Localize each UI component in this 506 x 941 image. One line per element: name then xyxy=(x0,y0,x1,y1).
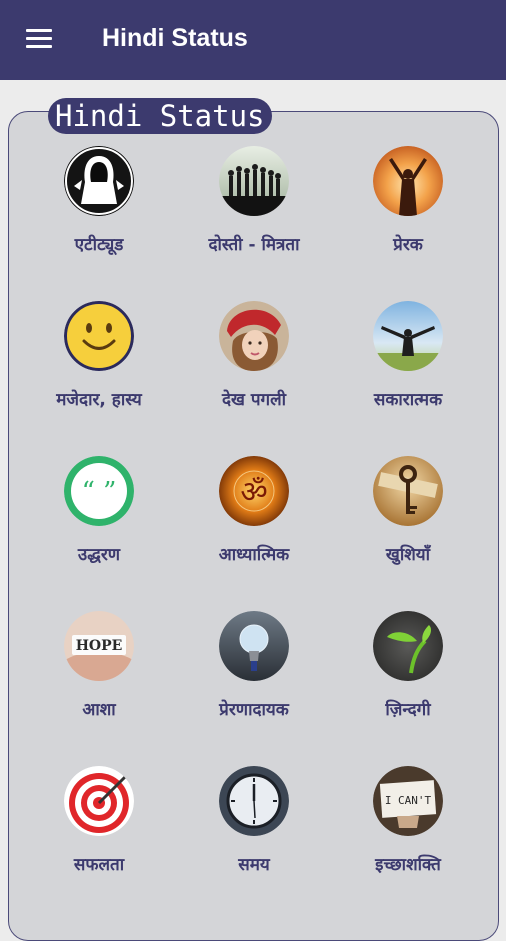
quote-marks-icon: “ ” xyxy=(64,456,134,526)
category-label: प्रेरणादायक xyxy=(219,700,289,720)
app-bar: Hindi Status xyxy=(0,0,506,80)
svg-text:HOPE: HOPE xyxy=(76,638,123,654)
hamburger-menu-icon[interactable] xyxy=(20,22,60,58)
category-time[interactable]: समय xyxy=(174,766,334,906)
category-happiness[interactable]: खुशियाँ xyxy=(328,456,488,596)
category-positive[interactable]: सकारात्मक xyxy=(328,301,488,441)
category-label: ज़िन्दगी xyxy=(385,700,431,720)
smiley-face-icon xyxy=(64,301,134,371)
friends-silhouette-icon xyxy=(219,146,289,216)
category-attitude[interactable]: एटीट्यूड xyxy=(19,146,179,286)
category-label: सफलता xyxy=(73,855,125,875)
category-spiritual[interactable]: ॐ आध्यात्मिक xyxy=(174,456,334,596)
category-hope[interactable]: HOPE आशा xyxy=(19,611,179,751)
raised-arms-sunset-icon xyxy=(373,146,443,216)
category-label: खुशियाँ xyxy=(385,545,431,565)
category-willpower[interactable]: I CAN'T इच्छाशक्ति xyxy=(328,766,488,906)
category-label: उद्धरण xyxy=(77,545,121,565)
menu-line xyxy=(26,37,52,40)
category-label: देख पगली xyxy=(221,390,286,410)
svg-text:“ ”: “ ” xyxy=(82,477,117,507)
category-label: प्रेरक xyxy=(393,235,423,255)
category-label: सकारात्मक xyxy=(373,390,443,410)
category-friendship[interactable]: दोस्ती - मित्रता xyxy=(174,146,334,286)
open-arms-sky-icon xyxy=(373,301,443,371)
category-label: मजेदार, हास्य xyxy=(56,390,142,410)
category-success[interactable]: सफलता xyxy=(19,766,179,906)
sprout-icon xyxy=(373,611,443,681)
hooded-figure-icon xyxy=(64,146,134,216)
app-title: Hindi Status xyxy=(102,24,248,52)
hope-hands-icon: HOPE xyxy=(64,611,134,681)
category-quotes[interactable]: “ ” उद्धरण xyxy=(19,456,179,596)
girl-red-hat-icon xyxy=(219,301,289,371)
happiness-key-icon xyxy=(373,456,443,526)
clock-icon xyxy=(219,766,289,836)
i-cant-paper-icon: I CAN'T xyxy=(373,766,443,836)
lightbulb-icon xyxy=(219,611,289,681)
category-dekh-pagli[interactable]: देख पगली xyxy=(174,301,334,441)
svg-text:ॐ: ॐ xyxy=(240,475,267,510)
category-label: दोस्ती - मित्रता xyxy=(208,235,300,255)
menu-line xyxy=(26,45,52,48)
target-arrow-icon xyxy=(64,766,134,836)
category-label: समय xyxy=(238,855,270,875)
category-label: एटीट्यूड xyxy=(74,235,124,255)
category-label: इच्छाशक्ति xyxy=(375,855,441,875)
om-symbol-icon: ॐ xyxy=(219,456,289,526)
menu-line xyxy=(26,29,52,32)
card-badge: Hindi Status xyxy=(48,98,272,134)
category-funny[interactable]: मजेदार, हास्य xyxy=(19,301,179,441)
category-label: आशा xyxy=(82,700,116,720)
category-inspirational[interactable]: प्रेरणादायक xyxy=(174,611,334,751)
category-motivational[interactable]: प्रेरक xyxy=(328,146,488,286)
category-label: आध्यात्मिक xyxy=(218,545,290,565)
category-life[interactable]: ज़िन्दगी xyxy=(328,611,488,751)
svg-text:I CAN'T: I CAN'T xyxy=(385,794,432,807)
